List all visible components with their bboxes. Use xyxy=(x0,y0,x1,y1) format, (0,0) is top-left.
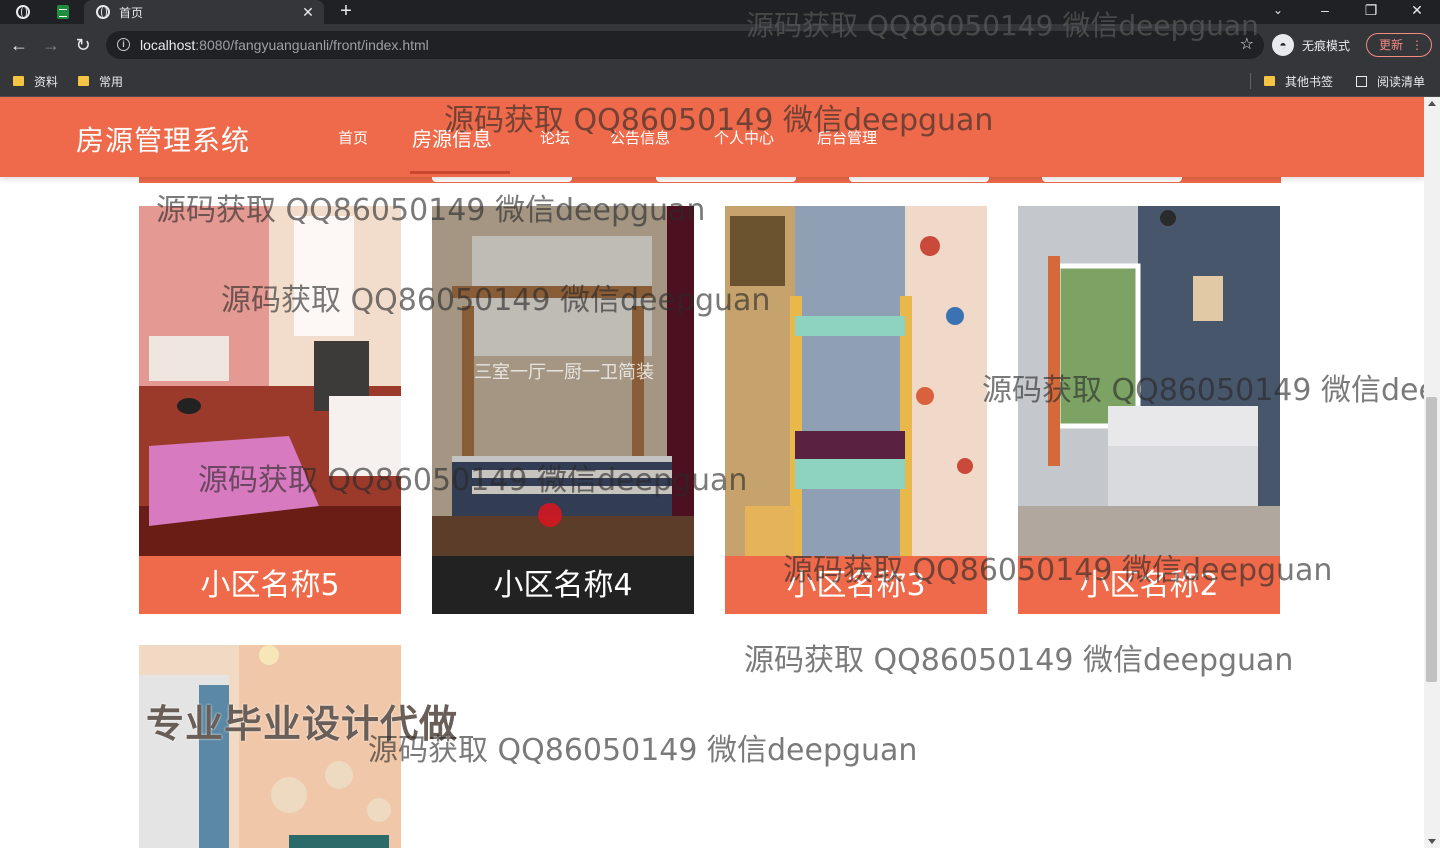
close-window-button[interactable]: ✕ xyxy=(1394,0,1440,24)
globe-icon xyxy=(16,5,30,19)
forward-button[interactable]: → xyxy=(36,24,66,66)
active-tab[interactable]: 首页 ✕ xyxy=(84,0,324,24)
cursor-highlight xyxy=(538,503,562,527)
listing-card[interactable]: 小区名称2 xyxy=(1018,206,1280,614)
promo-overlay-text: 专业毕业设计代做 xyxy=(146,702,459,746)
tab-title: 首页 xyxy=(119,5,144,20)
nav-listings[interactable]: 房源信息 xyxy=(412,123,492,152)
spreadsheet-icon xyxy=(57,5,69,19)
back-button[interactable]: ← xyxy=(4,24,34,66)
globe-icon xyxy=(96,5,110,19)
reload-button[interactable]: ↻ xyxy=(68,24,98,66)
listing-photo xyxy=(1018,206,1280,556)
pinned-tab-sheets[interactable] xyxy=(44,0,82,24)
reading-list-icon xyxy=(1356,75,1367,87)
listing-title[interactable]: 小区名称2 xyxy=(1018,556,1280,614)
site-header: 房源管理系统 首页 房源信息 论坛 公告信息 个人中心 后台管理 xyxy=(0,97,1424,177)
scroll-down-arrow-icon[interactable] xyxy=(1428,839,1436,844)
reading-list-label: 阅读清单 xyxy=(1377,74,1426,89)
minimize-button[interactable]: – xyxy=(1302,0,1348,24)
pinned-tab-globe[interactable] xyxy=(4,0,42,24)
url-path: :8080/fangyuanguanli/front/index.html xyxy=(195,37,429,53)
address-bar[interactable]: i localhost:8080/fangyuanguanli/front/in… xyxy=(106,31,1264,59)
incognito-profile[interactable]: ◓ 无痕模式 xyxy=(1272,33,1350,57)
other-bookmarks[interactable]: 其他书签 xyxy=(1264,66,1333,96)
listing-title[interactable]: 小区名称4 xyxy=(432,556,694,614)
nav-announcements[interactable]: 公告信息 xyxy=(610,127,670,148)
bookmark-label: 常用 xyxy=(99,74,124,89)
active-nav-indicator xyxy=(410,171,510,174)
filter-input-edge xyxy=(849,177,989,182)
nav-profile[interactable]: 个人中心 xyxy=(714,127,774,148)
filter-input-edge xyxy=(656,177,796,182)
nav-admin[interactable]: 后台管理 xyxy=(817,127,877,148)
site-brand[interactable]: 房源管理系统 xyxy=(76,119,250,159)
watermark: 源码获取 QQ86050149 微信deepguan xyxy=(744,643,1294,678)
filter-input-edge xyxy=(1042,177,1182,182)
incognito-icon: ◓ xyxy=(1272,34,1294,56)
filter-input-edge xyxy=(432,177,572,182)
bookmark-separator xyxy=(1250,73,1251,89)
tab-close-icon[interactable]: ✕ xyxy=(298,4,318,21)
listing-photo xyxy=(139,206,401,556)
other-bookmarks-label: 其他书签 xyxy=(1285,74,1334,89)
new-tab-button[interactable]: + xyxy=(334,0,358,24)
site-info-icon[interactable]: i xyxy=(117,38,130,51)
update-button[interactable]: 更新 ⋮ xyxy=(1366,33,1432,57)
url-text: localhost:8080/fangyuanguanli/front/inde… xyxy=(140,31,429,59)
bookmark-folder-changyong[interactable]: 常用 xyxy=(78,66,123,96)
restore-button[interactable]: ❐ xyxy=(1348,0,1394,24)
listing-photo xyxy=(725,206,987,556)
reading-list[interactable]: 阅读清单 xyxy=(1356,66,1425,96)
nav-home[interactable]: 首页 xyxy=(338,127,368,148)
scrollbar-thumb[interactable] xyxy=(1426,397,1437,682)
listing-card[interactable]: 小区名称3 xyxy=(725,206,987,614)
listing-title[interactable]: 小区名称3 xyxy=(725,556,987,614)
scroll-up-arrow-icon[interactable] xyxy=(1428,101,1436,106)
listing-hover-description: 三室一厅一厨一卫简装 xyxy=(474,362,654,383)
bookmark-label: 资料 xyxy=(34,74,59,89)
folder-icon xyxy=(1264,76,1275,86)
url-host: localhost xyxy=(140,37,196,53)
folder-icon xyxy=(78,76,89,86)
bookmarks-bar: 资料 常用 其他书签 阅读清单 xyxy=(0,66,1440,97)
listing-card[interactable]: 小区名称5 xyxy=(139,206,401,614)
listing-card[interactable]: 三室一厅一厨一卫简装 小区名称4 xyxy=(432,206,694,614)
browser-tab-strip: 首页 ✕ + ⌄ – ❐ ✕ xyxy=(0,0,1440,24)
listing-title[interactable]: 小区名称5 xyxy=(139,556,401,614)
bookmark-star-icon[interactable]: ☆ xyxy=(1240,31,1254,59)
folder-icon xyxy=(13,76,24,86)
bookmark-folder-ziliao[interactable]: 资料 xyxy=(13,66,58,96)
page-scrollbar[interactable] xyxy=(1424,97,1440,848)
browser-toolbar: ← → ↻ i localhost:8080/fangyuanguanli/fr… xyxy=(0,24,1440,66)
profile-label: 无痕模式 xyxy=(1302,38,1351,53)
update-label: 更新 xyxy=(1379,38,1404,52)
more-menu-icon[interactable]: ⋮ xyxy=(1411,34,1423,56)
nav-forum[interactable]: 论坛 xyxy=(540,127,570,148)
page-viewport: 房源管理系统 首页 房源信息 论坛 公告信息 个人中心 后台管理 小区名称5 三… xyxy=(0,97,1424,848)
tab-search-chevron-icon[interactable]: ⌄ xyxy=(1266,0,1290,24)
